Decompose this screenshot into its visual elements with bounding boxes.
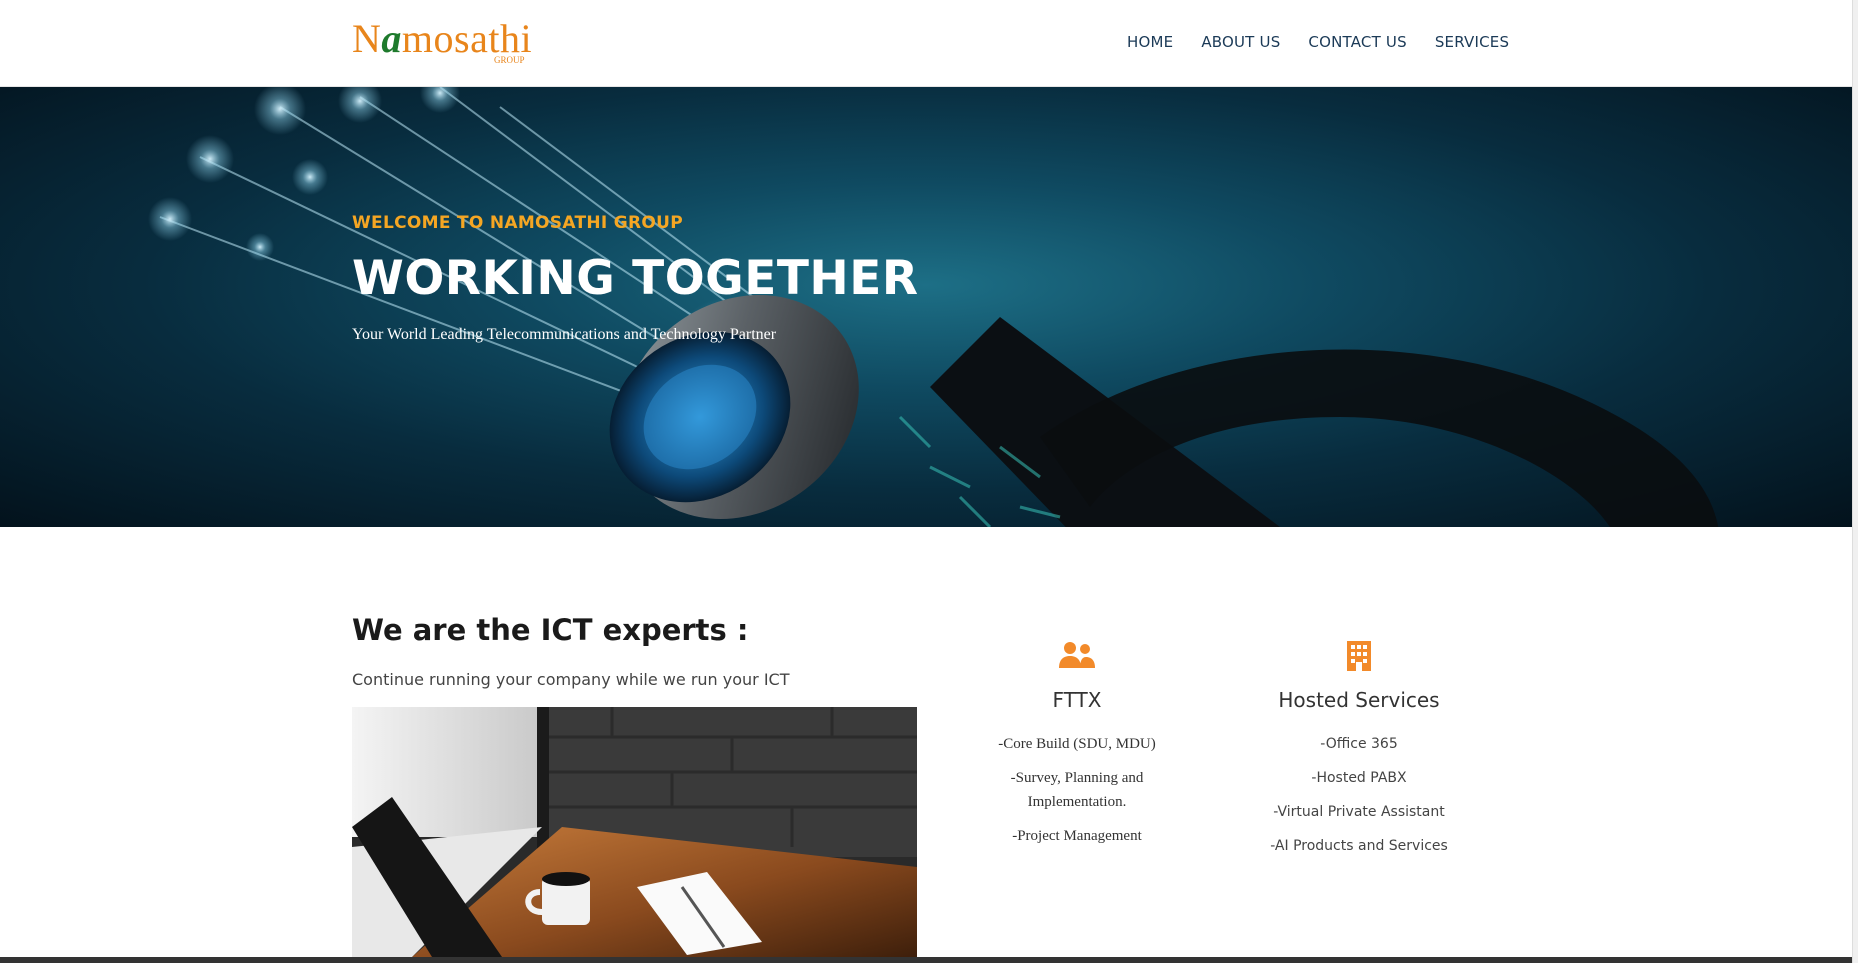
hero-eyebrow: WELCOME TO NAMOSATHI GROUP [352,213,683,233]
nav-services[interactable]: SERVICES [1435,33,1509,51]
service-card-fttx: FTTX -Core Build (SDU, MDU) -Survey, Pla… [962,640,1192,858]
service-list: -Office 365 -Hosted PABX -Virtual Privat… [1244,732,1474,858]
bottom-edge-bar [0,957,1852,963]
service-item: -Virtual Private Assistant [1273,804,1445,820]
service-item: -Survey, Planning and Implementation. [1010,770,1144,810]
service-item: -Office 365 [1320,736,1398,752]
service-item: -Core Build (SDU, MDU) [998,736,1156,752]
hero-tagline: Your World Leading Telecommunications an… [352,326,777,343]
service-title: Hosted Services [1278,688,1440,712]
desk-illustration [352,707,917,957]
service-title: FTTX [1052,688,1102,712]
about-subtitle: Continue running your company while we r… [352,670,790,689]
scrollbar[interactable] [1852,0,1858,963]
hero-title: WORKING TOGETHER [352,251,919,306]
logo[interactable]: Namosathi GROUP [352,16,542,68]
site-header: Namosathi GROUP HOME ABOUT US CONTACT US… [0,0,1858,87]
users-icon [962,640,1192,674]
main-nav: HOME ABOUT US CONTACT US SERVICES [1127,33,1509,51]
service-item: -AI Products and Services [1270,838,1448,854]
nav-contact-us[interactable]: CONTACT US [1308,33,1406,51]
service-list: -Core Build (SDU, MDU) -Survey, Planning… [962,732,1192,848]
office-desk-photo [352,707,917,957]
service-item: -Hosted PABX [1311,770,1407,786]
about-title: We are the ICT experts : [352,613,749,647]
nav-home[interactable]: HOME [1127,33,1173,51]
logo-subtitle: GROUP [494,55,525,65]
hero-content: WELCOME TO NAMOSATHI GROUP WORKING TOGET… [352,213,919,344]
service-item: -Project Management [1012,828,1142,844]
fiber-optic-illustration [148,87,1719,527]
service-card-hosted: Hosted Services -Office 365 -Hosted PABX… [1244,640,1474,868]
hero-banner: WELCOME TO NAMOSATHI GROUP WORKING TOGET… [0,87,1852,527]
building-icon [1244,640,1474,674]
nav-about-us[interactable]: ABOUT US [1201,33,1280,51]
